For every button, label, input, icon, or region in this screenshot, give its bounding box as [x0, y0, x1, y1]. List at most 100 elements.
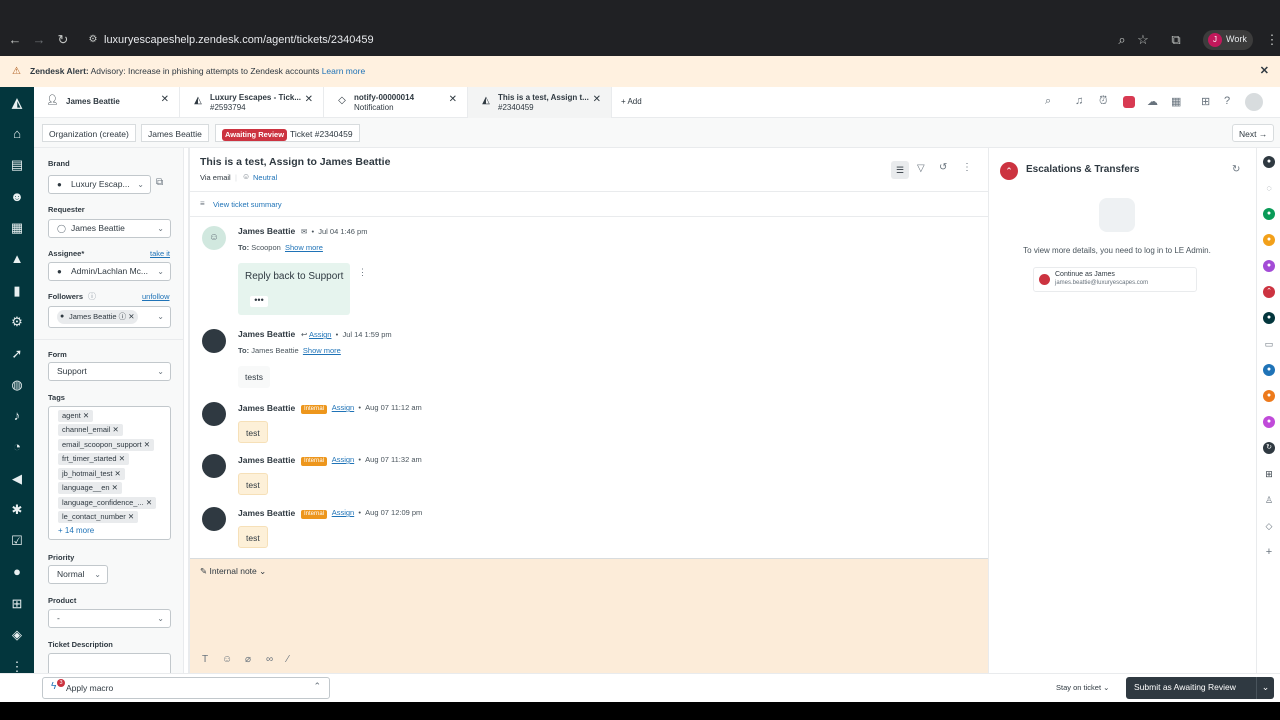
admin-gear-icon[interactable]: ⚙: [9, 314, 25, 330]
conversation-view-icon[interactable]: ☰: [891, 161, 909, 179]
chat-app-icon[interactable]: ◌: [1263, 182, 1275, 194]
breadcrumb-user[interactable]: James Beattie: [141, 124, 209, 142]
ticket-title[interactable]: This is a test, Assign to James Beattie: [200, 156, 390, 168]
tag-chip[interactable]: frt_timer_started ✕: [58, 453, 129, 465]
help-icon[interactable]: ?: [1224, 95, 1230, 107]
more-options-icon[interactable]: ⋮: [962, 162, 972, 173]
product-select[interactable]: - ⌄: [48, 609, 171, 628]
brand-select[interactable]: ● Luxury Escap... ⌄: [48, 175, 151, 194]
text-format-icon[interactable]: T: [202, 654, 208, 665]
profile-chip[interactable]: J Work: [1203, 30, 1253, 50]
alert-learn-more-link[interactable]: Learn more: [322, 66, 365, 76]
views-icon[interactable]: ▤: [9, 157, 25, 173]
followers-field[interactable]: ● James Beattie ⓘ ✕ ⌄: [48, 306, 171, 328]
emoji-icon[interactable]: ☺: [222, 654, 232, 665]
stay-on-ticket-select[interactable]: Stay on ticket ⌄: [1056, 683, 1109, 692]
tab-user[interactable]: 👤︎ James Beattie ✕: [34, 87, 180, 118]
tag-chip[interactable]: language__en ✕: [58, 482, 122, 494]
orange-app-icon[interactable]: ●: [1263, 234, 1275, 246]
message-options-icon[interactable]: ⋮: [358, 267, 367, 278]
product-tray-icon[interactable]: ⊞: [1201, 95, 1210, 108]
escalation-app-icon[interactable]: ⌃: [1263, 286, 1275, 298]
bell-app-icon[interactable]: ♪: [9, 408, 25, 424]
tab-notification[interactable]: ◇ notify-00000014 Notification ✕: [324, 87, 468, 118]
continue-as-button[interactable]: Continue as James james.beattie@luxuryes…: [1033, 267, 1197, 292]
grid-app-icon[interactable]: ⊞: [9, 596, 25, 612]
alert-close-icon[interactable]: ✕: [1260, 56, 1269, 87]
cycle-app-icon[interactable]: ↻: [1263, 442, 1275, 454]
chat-icon[interactable]: ●: [9, 564, 25, 580]
add-tab-button[interactable]: + Add: [621, 97, 642, 106]
avatar[interactable]: ☺: [202, 226, 226, 250]
expand-quoted-button[interactable]: •••: [250, 296, 268, 307]
rocket-icon[interactable]: ➚: [9, 346, 25, 362]
assign-link[interactable]: Assign: [332, 508, 355, 517]
tab-ticket-2340459[interactable]: ◭ This is a test, Assign t... #2340459 ✕: [468, 87, 612, 118]
address-bar[interactable]: luxuryescapeshelp.zendesk.com/agent/tick…: [104, 28, 1184, 52]
tags-field[interactable]: agent ✕ channel_email ✕ email_scoopon_su…: [48, 406, 171, 540]
copy-icon[interactable]: ⧉: [156, 177, 163, 188]
avatar[interactable]: [202, 454, 226, 478]
tab-close-icon[interactable]: ✕: [161, 95, 169, 105]
home-icon[interactable]: ⌂: [9, 126, 25, 142]
tag-chip[interactable]: channel_email ✕: [58, 424, 123, 436]
site-settings-icon[interactable]: ⚙: [85, 32, 101, 48]
user-avatar-icon[interactable]: [1245, 93, 1263, 111]
timer-icon[interactable]: ⏰︎: [1099, 95, 1108, 108]
browser-menu-icon[interactable]: ⋮: [1264, 32, 1280, 48]
customers-icon[interactable]: ☻: [9, 189, 25, 205]
tag-chip[interactable]: jb_hotmail_test ✕: [58, 468, 125, 480]
form-select[interactable]: Support ⌄: [48, 362, 171, 381]
refresh-icon[interactable]: ↻: [1232, 164, 1240, 175]
app-red-icon[interactable]: [1123, 96, 1135, 108]
attachment-icon[interactable]: ⌀: [245, 654, 251, 665]
apply-macro-select[interactable]: ϟ 3 Apply macro ⌃: [42, 677, 330, 699]
tag-chip[interactable]: le_contact_number ✕: [58, 511, 139, 523]
extensions-icon[interactable]: ⧉: [1168, 32, 1184, 48]
green-app-icon[interactable]: ●: [1263, 208, 1275, 220]
tab-close-icon[interactable]: ✕: [305, 95, 313, 105]
tab-ticket-2593794[interactable]: ◭ Luxury Escapes - Tick... #2593794 ✕: [180, 87, 324, 118]
avatar[interactable]: [202, 402, 226, 426]
assign-link[interactable]: Assign: [309, 330, 332, 339]
megaphone-icon[interactable]: ◀: [9, 471, 25, 487]
cloud-icon[interactable]: ☁: [1147, 95, 1158, 108]
grid-app-icon[interactable]: ⊞: [1263, 468, 1275, 480]
checklist-icon[interactable]: ☑: [9, 533, 25, 549]
bookmark-icon[interactable]: ☆: [1135, 32, 1151, 48]
notifications-icon[interactable]: ♫: [1075, 95, 1083, 107]
gauge-icon[interactable]: ◔: [9, 439, 25, 455]
tag-chip[interactable]: agent ✕: [58, 410, 94, 422]
calendar-icon[interactable]: ▦: [1171, 95, 1181, 108]
message-author[interactable]: James Beattie: [238, 455, 295, 465]
history-icon[interactable]: ↺: [939, 162, 947, 173]
tab-close-icon[interactable]: ✕: [449, 95, 457, 105]
breadcrumb-organization[interactable]: Organization (create): [42, 124, 136, 142]
message-author[interactable]: James Beattie: [238, 508, 295, 518]
view-ticket-summary-link[interactable]: View ticket summary: [213, 200, 282, 209]
breadcrumb-ticket[interactable]: Awaiting Review Ticket #2340459: [215, 124, 360, 142]
user-app-icon[interactable]: ●: [1263, 156, 1275, 168]
sparkle-icon[interactable]: ✱: [9, 502, 25, 518]
message-author[interactable]: James Beattie: [238, 329, 295, 339]
filter-icon[interactable]: ▽: [917, 163, 925, 174]
reload-icon[interactable]: ↻: [55, 32, 71, 48]
shapes-icon[interactable]: ▲: [9, 251, 25, 267]
assignee-field[interactable]: ● Admin/Lachlan Mc... ⌄: [48, 262, 171, 281]
package-icon[interactable]: ◈: [9, 627, 25, 643]
unfollow-link[interactable]: unfollow: [142, 292, 170, 301]
tab-close-icon[interactable]: ✕: [593, 95, 601, 105]
take-it-link[interactable]: take it: [150, 249, 170, 258]
avatar[interactable]: [202, 507, 226, 531]
search-icon[interactable]: ⌕: [1045, 95, 1051, 108]
person-app-icon[interactable]: ♙: [1263, 494, 1275, 506]
reporting-icon[interactable]: ▮: [9, 283, 25, 299]
dark-app-icon[interactable]: ●: [1263, 312, 1275, 324]
zendesk-logo-icon[interactable]: ◭: [9, 95, 25, 111]
composer[interactable]: ✎ Internal note ⌄ T ☺ ⌀ ∞ ⁄: [190, 558, 988, 673]
composer-mode-selector[interactable]: ✎ Internal note ⌄: [200, 566, 266, 577]
tag-app-icon[interactable]: ◇: [1263, 520, 1275, 532]
message-author[interactable]: James Beattie: [238, 403, 295, 413]
zoom-icon[interactable]: ⌕: [1114, 32, 1130, 48]
back-icon[interactable]: ←: [7, 32, 23, 48]
